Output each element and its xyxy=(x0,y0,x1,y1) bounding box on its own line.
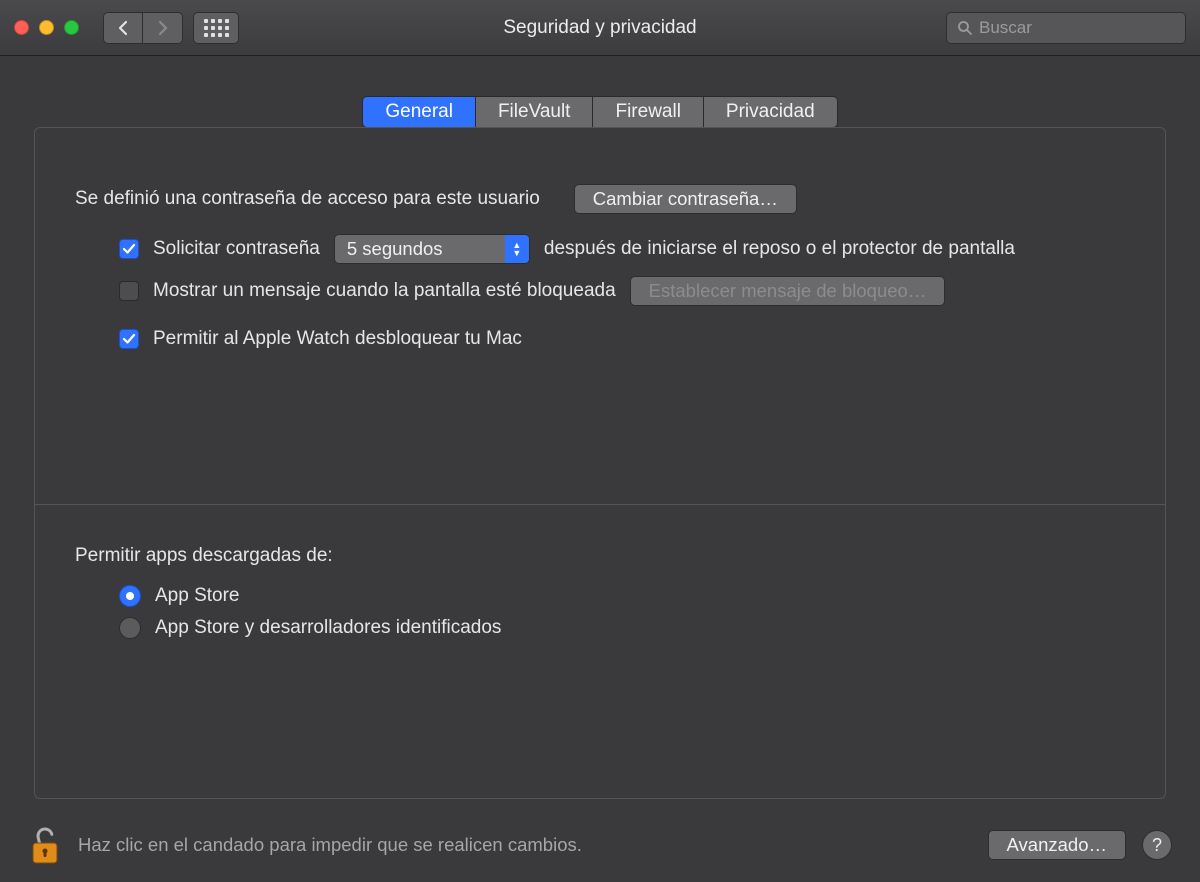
tab-firewall[interactable]: Firewall xyxy=(593,97,703,127)
apple-watch-unlock-checkbox[interactable] xyxy=(119,329,139,349)
unlocked-padlock-icon xyxy=(28,823,62,867)
require-password-delay-popup[interactable]: 5 segundos ▲▼ xyxy=(334,234,530,264)
lock-hint-label: Haz clic en el candado para impedir que … xyxy=(78,834,582,856)
zoom-window-button[interactable] xyxy=(64,20,79,35)
tab-privacy[interactable]: Privacidad xyxy=(704,97,837,127)
window-controls xyxy=(14,20,79,35)
tab-general[interactable]: General xyxy=(363,97,476,127)
search-input[interactable] xyxy=(979,18,1175,38)
lock-button[interactable] xyxy=(28,823,62,867)
advanced-button[interactable]: Avanzado… xyxy=(988,830,1126,860)
section-divider xyxy=(35,504,1165,505)
require-password-after-label: después de iniciarse el reposo o el prot… xyxy=(544,238,1015,260)
chevron-right-icon xyxy=(157,20,169,36)
search-field[interactable] xyxy=(946,12,1186,44)
show-lock-message-label: Mostrar un mensaje cuando la pantalla es… xyxy=(153,280,616,302)
general-panel: Se definió una contraseña de acceso para… xyxy=(34,127,1166,799)
password-defined-label: Se definió una contraseña de acceso para… xyxy=(75,188,540,210)
allow-apps-appstore-label: App Store xyxy=(155,585,240,607)
show-lock-message-checkbox[interactable] xyxy=(119,281,139,301)
minimize-window-button[interactable] xyxy=(39,20,54,35)
close-window-button[interactable] xyxy=(14,20,29,35)
show-all-button[interactable] xyxy=(193,12,239,44)
require-password-label: Solicitar contraseña xyxy=(153,238,320,260)
back-button[interactable] xyxy=(103,12,143,44)
change-password-button[interactable]: Cambiar contraseña… xyxy=(574,184,797,214)
forward-button[interactable] xyxy=(143,12,183,44)
allow-apps-title: Permitir apps descargadas de: xyxy=(75,545,333,567)
allow-apps-identified-radio[interactable] xyxy=(119,617,141,639)
search-icon xyxy=(957,20,973,36)
tab-filevault[interactable]: FileVault xyxy=(476,97,594,127)
content-area: General FileVault Firewall Privacidad Se… xyxy=(0,56,1200,799)
allow-apps-appstore-radio[interactable] xyxy=(119,585,141,607)
popup-arrows-icon: ▲▼ xyxy=(505,235,529,263)
set-lock-message-button[interactable]: Establecer mensaje de bloqueo… xyxy=(630,276,946,306)
chevron-left-icon xyxy=(117,20,129,36)
allow-apps-identified-label: App Store y desarrolladores identificado… xyxy=(155,617,501,639)
help-button[interactable]: ? xyxy=(1142,830,1172,860)
require-password-delay-value: 5 segundos xyxy=(347,238,443,260)
grid-icon xyxy=(204,19,229,37)
footer: Haz clic en el candado para impedir que … xyxy=(0,808,1200,882)
nav-buttons xyxy=(103,12,183,44)
checkmark-icon xyxy=(122,332,136,346)
titlebar: Seguridad y privacidad xyxy=(0,0,1200,56)
tab-bar: General FileVault Firewall Privacidad xyxy=(34,96,1166,128)
require-password-checkbox[interactable] xyxy=(119,239,139,259)
checkmark-icon xyxy=(122,242,136,256)
apple-watch-unlock-label: Permitir al Apple Watch desbloquear tu M… xyxy=(153,328,522,350)
